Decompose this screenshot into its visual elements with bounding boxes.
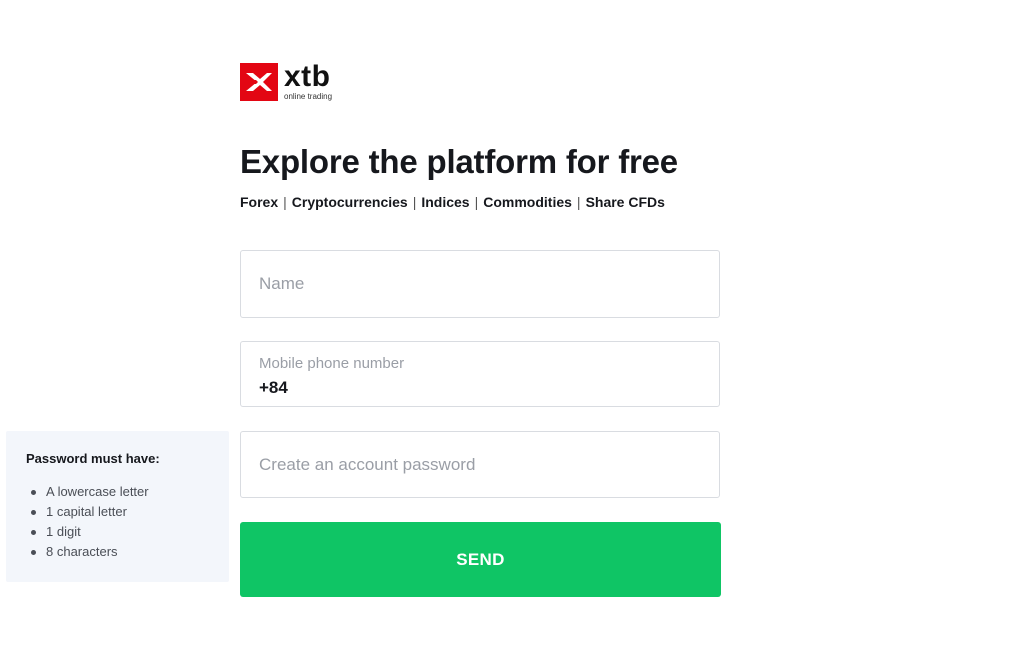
logo-tagline: online trading (284, 92, 333, 101)
categories-list: Forex | Cryptocurrencies | Indices | Com… (240, 193, 665, 211)
password-input[interactable] (241, 432, 719, 497)
logo-word: xtb (284, 60, 331, 93)
category-separator: | (412, 194, 417, 210)
name-field (240, 250, 720, 318)
category-indices: Indices (421, 194, 470, 210)
password-requirements-list: A lowercase letter 1 capital letter 1 di… (26, 482, 229, 562)
password-rule-text: 1 capital letter (46, 504, 127, 519)
category-separator: | (474, 194, 479, 210)
category-cryptocurrencies: Cryptocurrencies (291, 194, 408, 210)
category-commodities: Commodities (483, 194, 572, 210)
phone-field[interactable]: Mobile phone number +84 (240, 341, 720, 407)
bullet-icon (31, 530, 36, 535)
name-input[interactable] (241, 251, 719, 317)
password-requirements-title: Password must have: (26, 451, 160, 466)
bullet-icon (31, 550, 36, 555)
password-rule: 1 digit (26, 522, 229, 542)
password-rule-text: A lowercase letter (46, 484, 149, 499)
send-button[interactable]: SEND (240, 522, 721, 597)
password-rule: 1 capital letter (26, 502, 229, 522)
password-rule-text: 1 digit (46, 524, 81, 539)
logo-text: xtb online trading (284, 60, 333, 102)
password-rule-text: 8 characters (46, 544, 118, 559)
signup-page: xtb online trading Explore the platform … (0, 0, 1024, 665)
password-requirements-panel: Password must have: A lowercase letter 1… (6, 431, 229, 582)
category-share-cfds: Share CFDs (585, 194, 665, 210)
xtb-x-mark-icon (240, 63, 278, 101)
password-rule: A lowercase letter (26, 482, 229, 502)
password-field (240, 431, 720, 498)
phone-input[interactable]: +84 (259, 378, 288, 398)
category-separator: | (576, 194, 581, 210)
category-forex: Forex (240, 194, 279, 210)
bullet-icon (31, 510, 36, 515)
phone-label: Mobile phone number (259, 355, 405, 372)
bullet-icon (31, 490, 36, 495)
page-title: Explore the platform for free (240, 143, 678, 180)
password-rule: 8 characters (26, 542, 229, 562)
xtb-logo[interactable]: xtb online trading (240, 60, 333, 102)
category-separator: | (283, 194, 287, 210)
